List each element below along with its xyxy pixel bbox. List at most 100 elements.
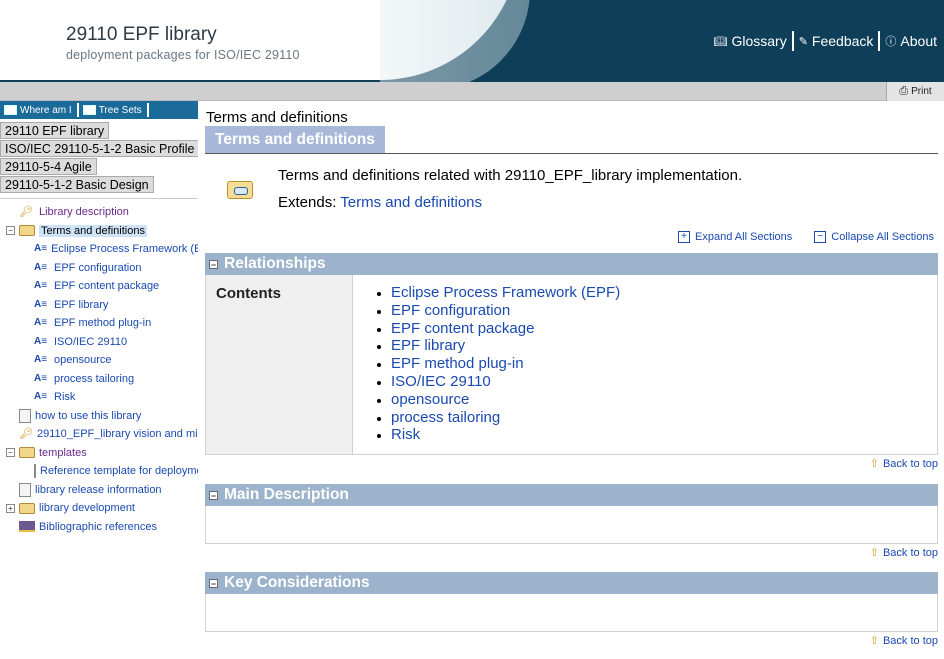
- page-title: Terms and definitions: [205, 126, 385, 153]
- list-item[interactable]: EPF content package: [391, 320, 620, 338]
- term-icon: A≡: [34, 391, 48, 403]
- glossary-link[interactable]: 📖︎ Glossary: [709, 33, 792, 49]
- tab-tree-sets[interactable]: Tree Sets: [82, 103, 149, 117]
- main-description-section-header[interactable]: − Main Description: [205, 484, 938, 506]
- toolbar: ⎙ Print: [0, 82, 944, 101]
- relationships-table: Contents Eclipse Process Framework (EPF)…: [205, 275, 938, 455]
- extends-link[interactable]: Terms and definitions: [340, 194, 482, 211]
- tree-item[interactable]: A≡ Risk: [0, 388, 198, 407]
- tree-item[interactable]: − templates: [0, 444, 198, 463]
- title-divider: [205, 153, 938, 154]
- list-item[interactable]: opensource: [391, 391, 620, 409]
- section-tools: + Expand All Sections − Collapse All Sec…: [678, 231, 934, 243]
- printer-icon: ⎙: [899, 85, 909, 97]
- list-item[interactable]: Eclipse Process Framework (EPF): [391, 284, 620, 302]
- term-icon: A≡: [34, 243, 48, 255]
- pencil-icon: ✎: [798, 35, 808, 48]
- collapse-toggle[interactable]: −: [6, 448, 15, 458]
- back-to-top-link[interactable]: ⇧ Back to top: [870, 546, 938, 560]
- print-button[interactable]: ⎙ Print: [886, 82, 944, 101]
- collapse-all-button[interactable]: − Collapse All Sections: [814, 231, 934, 243]
- book-icon: 📖︎: [713, 35, 728, 48]
- collapse-toggle[interactable]: −: [6, 226, 15, 236]
- collapse-section-icon: −: [209, 491, 218, 501]
- folder-icon: [227, 181, 253, 199]
- feedback-link[interactable]: ✎ Feedback: [794, 33, 879, 49]
- location-icon: [4, 105, 17, 115]
- breadcrumb-item[interactable]: 29110 EPF library: [0, 122, 110, 139]
- back-to-top-link[interactable]: ⇧ Back to top: [870, 457, 938, 471]
- tree-item-label: opensource: [54, 354, 112, 367]
- term-icon: A≡: [34, 354, 48, 366]
- navigation-tree: 🔑︎ Library description − Terms and defin…: [0, 198, 198, 536]
- intro-text: Terms and definitions related with 29110…: [278, 167, 743, 184]
- collapse-icon: −: [814, 231, 827, 243]
- about-link[interactable]: ⓘ About: [880, 33, 942, 49]
- site-subtitle: deployment packages for ISO/IEC 29110: [66, 48, 300, 62]
- tree-item-label: templates: [39, 446, 87, 459]
- list-item[interactable]: Risk: [391, 426, 620, 444]
- collapse-section-icon: −: [209, 260, 218, 270]
- tree-item-label: Risk: [54, 391, 76, 404]
- extends-label: Extends:: [278, 194, 337, 211]
- tree-item[interactable]: A≡ EPF content package: [0, 277, 198, 296]
- term-icon: A≡: [34, 335, 48, 347]
- tree-item[interactable]: A≡ EPF library: [0, 296, 198, 315]
- back-to-top-link[interactable]: ⇧ Back to top: [869, 634, 938, 648]
- section-title: Relationships: [224, 255, 326, 272]
- tree-item-label: Library description: [39, 206, 129, 219]
- expand-toggle[interactable]: +: [6, 503, 15, 513]
- tree-item[interactable]: + library development: [0, 499, 198, 518]
- tree-item[interactable]: 🔑︎ Library description: [0, 203, 198, 222]
- tree-item-label: EPF content package: [54, 280, 160, 293]
- collapse-section-icon: −: [209, 579, 218, 589]
- navigation-pane: Where am I Tree Sets 29110 EPF library I…: [0, 101, 198, 659]
- expand-all-button[interactable]: + Expand All Sections: [678, 231, 792, 243]
- tree-item-label: ISO/IEC 29110: [54, 335, 128, 348]
- key-considerations-section-header[interactable]: − Key Considerations: [205, 572, 938, 594]
- tree-item[interactable]: Bibliographic references: [0, 518, 198, 537]
- tree-item-label: Eclipse Process Framework (EPF): [51, 243, 198, 256]
- breadcrumb: 29110 EPF library ISO/IEC 29110-5-1-2 Ba…: [0, 119, 198, 194]
- term-icon: A≡: [34, 372, 48, 384]
- list-item[interactable]: EPF library: [391, 337, 620, 355]
- list-item[interactable]: EPF method plug-in: [391, 355, 620, 373]
- up-arrow-icon: ⇧: [869, 635, 879, 647]
- collapse-all-label: Collapse All Sections: [831, 231, 934, 243]
- breadcrumb-item[interactable]: 29110-5-4 Agile: [0, 158, 97, 175]
- tree-item-label: process tailoring: [54, 372, 135, 385]
- glossary-label: Glossary: [731, 33, 787, 49]
- tree-item[interactable]: 🔑︎ 29110_EPF_library vision and mission: [0, 425, 198, 444]
- back-to-top-label: Back to top: [882, 457, 938, 470]
- tree-item-label: Bibliographic references: [39, 520, 158, 533]
- tree-item-selected[interactable]: − Terms and definitions: [0, 222, 198, 241]
- tree-item[interactable]: A≡ ISO/IEC 29110: [0, 333, 198, 352]
- key-icon: 🔑︎: [19, 206, 33, 219]
- books-icon: [19, 521, 35, 533]
- relationships-section-header[interactable]: − Relationships: [205, 253, 938, 275]
- tree-item-label: how to use this library: [35, 409, 142, 422]
- page-heading: Terms and definitions: [206, 109, 348, 126]
- tree-item[interactable]: A≡ process tailoring: [0, 370, 198, 389]
- tree-item[interactable]: A≡ EPF method plug-in: [0, 314, 198, 333]
- expand-all-label: Expand All Sections: [695, 231, 793, 243]
- tab-where-am-i[interactable]: Where am I: [4, 103, 79, 117]
- tree-item[interactable]: Reference template for deployment packag…: [0, 462, 198, 481]
- tree-item[interactable]: how to use this library: [0, 407, 198, 426]
- tab-label: Where am I: [20, 104, 72, 116]
- tree-item[interactable]: A≡ Eclipse Process Framework (EPF): [0, 240, 198, 259]
- back-to-top-label: Back to top: [882, 634, 938, 647]
- list-item[interactable]: EPF configuration: [391, 302, 620, 320]
- tree-item[interactable]: A≡ EPF configuration: [0, 259, 198, 278]
- print-label: Print: [911, 86, 932, 97]
- folder-icon: [19, 502, 35, 514]
- template-icon: [34, 464, 36, 479]
- list-item[interactable]: process tailoring: [391, 409, 620, 427]
- tree-item[interactable]: library release information: [0, 481, 198, 500]
- list-item[interactable]: ISO/IEC 29110: [391, 373, 620, 391]
- breadcrumb-item[interactable]: 29110-5-1-2 Basic Design: [0, 176, 154, 193]
- tree-item[interactable]: A≡ opensource: [0, 351, 198, 370]
- breadcrumb-item[interactable]: ISO/IEC 29110-5-1-2 Basic Profile: [0, 140, 198, 157]
- header-links: 📖︎ Glossary ✎ Feedback ⓘ About: [709, 31, 943, 51]
- tree-item-label: library release information: [35, 483, 162, 496]
